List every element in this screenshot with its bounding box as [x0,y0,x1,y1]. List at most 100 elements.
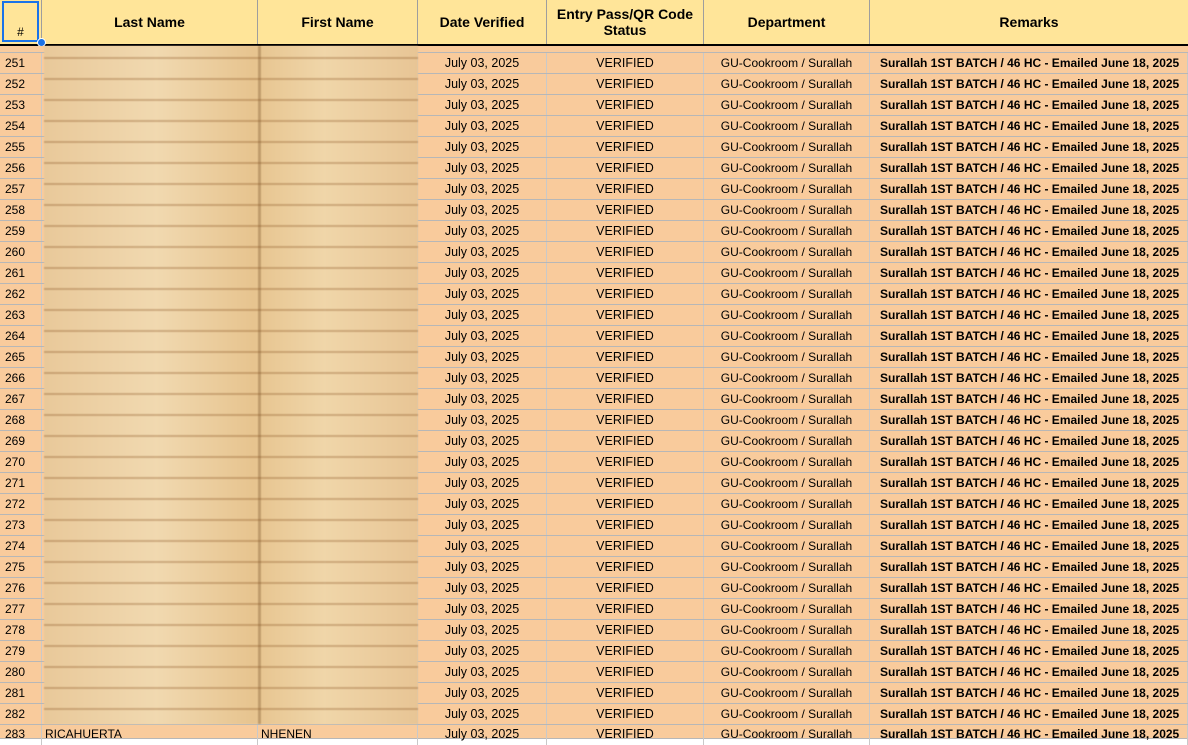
cell-date[interactable]: July 03, 2025 [418,137,547,157]
cell-num[interactable]: 283 [0,725,42,745]
cell-date[interactable]: July 03, 2025 [418,515,547,535]
cell-num[interactable]: 277 [0,599,42,619]
cell-remarks[interactable]: Surallah 1ST BATCH / 46 HC - Emailed Jun… [870,137,1188,157]
cell-num[interactable]: 274 [0,536,42,556]
cell-status[interactable]: VERIFIED [547,305,704,325]
cell-remarks[interactable]: Surallah 1ST BATCH / 46 HC - Emailed Jun… [870,683,1188,703]
cell-num[interactable]: 270 [0,452,42,472]
cell-num[interactable]: 264 [0,326,42,346]
cell-department[interactable]: GU-Cookroom / Surallah [704,494,870,514]
cell-num[interactable]: 266 [0,368,42,388]
cell-num[interactable]: 261 [0,263,42,283]
cell-department[interactable]: GU-Cookroom / Surallah [704,74,870,94]
header-status[interactable]: Entry Pass/QR Code Status [547,0,704,44]
cell-date[interactable]: July 03, 2025 [418,662,547,682]
cell-status[interactable]: VERIFIED [547,557,704,577]
cell-num[interactable]: 252 [0,74,42,94]
cell-date[interactable]: July 03, 2025 [418,347,547,367]
cell-num[interactable]: 258 [0,200,42,220]
cell-department[interactable]: GU-Cookroom / Surallah [704,452,870,472]
cell-date[interactable]: July 03, 2025 [418,326,547,346]
cell-department[interactable]: GU-Cookroom / Surallah [704,536,870,556]
cell-date[interactable]: July 03, 2025 [418,536,547,556]
cell-status[interactable]: VERIFIED [547,263,704,283]
cell-department[interactable]: GU-Cookroom / Surallah [704,389,870,409]
cell-remarks[interactable]: Surallah 1ST BATCH / 46 HC - Emailed Jun… [870,725,1188,745]
cell-department[interactable]: GU-Cookroom / Surallah [704,431,870,451]
cell-num[interactable]: 267 [0,389,42,409]
cell-department[interactable]: GU-Cookroom / Surallah [704,137,870,157]
cell-remarks[interactable]: Surallah 1ST BATCH / 46 HC - Emailed Jun… [870,494,1188,514]
cell-department[interactable]: GU-Cookroom / Surallah [704,221,870,241]
cell-num[interactable]: 255 [0,137,42,157]
cell-num[interactable]: 275 [0,557,42,577]
cell-last-name[interactable]: RICAHUERTA [42,725,258,745]
cell-remarks[interactable]: Surallah 1ST BATCH / 46 HC - Emailed Jun… [870,662,1188,682]
cell-num[interactable]: 262 [0,284,42,304]
cell-status[interactable]: VERIFIED [547,620,704,640]
cell-num[interactable]: 257 [0,179,42,199]
cell-num[interactable]: 276 [0,578,42,598]
cell-remarks[interactable]: Surallah 1ST BATCH / 46 HC - Emailed Jun… [870,116,1188,136]
cell-department[interactable]: GU-Cookroom / Surallah [704,95,870,115]
cell-status[interactable]: VERIFIED [547,641,704,661]
cell-status[interactable]: VERIFIED [547,242,704,262]
cell-date[interactable]: July 03, 2025 [418,200,547,220]
cell-department[interactable]: GU-Cookroom / Surallah [704,200,870,220]
cell-date[interactable]: July 03, 2025 [418,410,547,430]
cell-status[interactable]: VERIFIED [547,347,704,367]
cell-remarks[interactable]: Surallah 1ST BATCH / 46 HC - Emailed Jun… [870,200,1188,220]
cell-remarks[interactable]: Surallah 1ST BATCH / 46 HC - Emailed Jun… [870,242,1188,262]
cell-department[interactable]: GU-Cookroom / Surallah [704,704,870,724]
cell-date[interactable]: July 03, 2025 [418,704,547,724]
cell-remarks[interactable]: Surallah 1ST BATCH / 46 HC - Emailed Jun… [870,221,1188,241]
cell-date[interactable]: July 03, 2025 [418,452,547,472]
cell-num[interactable]: 268 [0,410,42,430]
cell-department[interactable]: GU-Cookroom / Surallah [704,179,870,199]
cell-remarks[interactable]: Surallah 1ST BATCH / 46 HC - Emailed Jun… [870,557,1188,577]
cell-remarks[interactable]: Surallah 1ST BATCH / 46 HC - Emailed Jun… [870,431,1188,451]
cell-department[interactable]: GU-Cookroom / Surallah [704,641,870,661]
cell-date[interactable]: July 03, 2025 [418,431,547,451]
header-department[interactable]: Department [704,0,870,44]
cell-date[interactable]: July 03, 2025 [418,221,547,241]
cell-date[interactable]: July 03, 2025 [418,305,547,325]
cell-num[interactable]: 279 [0,641,42,661]
cell-date[interactable]: July 03, 2025 [418,74,547,94]
cell-status[interactable]: VERIFIED [547,389,704,409]
cell-department[interactable]: GU-Cookroom / Surallah [704,620,870,640]
cell-status[interactable]: VERIFIED [547,158,704,178]
cell-department[interactable]: GU-Cookroom / Surallah [704,116,870,136]
cell-remarks[interactable]: Surallah 1ST BATCH / 46 HC - Emailed Jun… [870,599,1188,619]
cell-num[interactable]: 251 [0,53,42,73]
cell-remarks[interactable]: Surallah 1ST BATCH / 46 HC - Emailed Jun… [870,158,1188,178]
cell-remarks[interactable]: Surallah 1ST BATCH / 46 HC - Emailed Jun… [870,389,1188,409]
cell-department[interactable]: GU-Cookroom / Surallah [704,725,870,745]
cell-date[interactable]: July 03, 2025 [418,158,547,178]
cell-num[interactable]: 282 [0,704,42,724]
cell-remarks[interactable]: Surallah 1ST BATCH / 46 HC - Emailed Jun… [870,578,1188,598]
cell-department[interactable]: GU-Cookroom / Surallah [704,662,870,682]
cell-status[interactable]: VERIFIED [547,578,704,598]
cell-status[interactable]: VERIFIED [547,137,704,157]
cell-department[interactable]: GU-Cookroom / Surallah [704,599,870,619]
header-first-name[interactable]: First Name [258,0,418,44]
cell-status[interactable]: VERIFIED [547,74,704,94]
cell-status[interactable]: VERIFIED [547,200,704,220]
cell-status[interactable]: VERIFIED [547,452,704,472]
cell-remarks[interactable]: Surallah 1ST BATCH / 46 HC - Emailed Jun… [870,704,1188,724]
cell-remarks[interactable]: Surallah 1ST BATCH / 46 HC - Emailed Jun… [870,179,1188,199]
cell-first-name[interactable]: NHENEN [258,725,418,745]
cell-remarks[interactable]: Surallah 1ST BATCH / 46 HC - Emailed Jun… [870,410,1188,430]
cell-department[interactable]: GU-Cookroom / Surallah [704,578,870,598]
table-row[interactable]: 283 RICAHUERTA NHENEN July 03, 2025 VERI… [0,725,1188,745]
header-last-name[interactable]: Last Name [42,0,258,44]
cell-department[interactable]: GU-Cookroom / Surallah [704,284,870,304]
cell-date[interactable]: July 03, 2025 [418,557,547,577]
cell-status[interactable]: VERIFIED [547,473,704,493]
cell-num[interactable]: 271 [0,473,42,493]
cell-department[interactable]: GU-Cookroom / Surallah [704,683,870,703]
cell-status[interactable]: VERIFIED [547,431,704,451]
cell-num[interactable]: 273 [0,515,42,535]
cell-status[interactable]: VERIFIED [547,179,704,199]
